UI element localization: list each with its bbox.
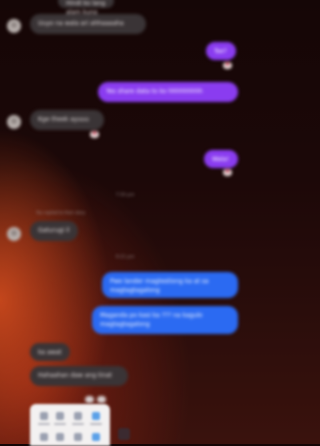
message-text: Wala! [212, 156, 229, 163]
reaction-icon[interactable] [85, 396, 94, 403]
reaction-icon[interactable] [97, 396, 106, 403]
message-text: Yes share data to ko hhhhhhhhh [106, 88, 203, 95]
message-bubble-incoming[interactable]: Kge theek ayuuu [30, 110, 104, 130]
app-icon[interactable] [56, 412, 64, 420]
message-text: Maganda po kasi ka ??? na kagulo magtagt… [100, 312, 203, 328]
message-text: Gaturugi il [38, 227, 70, 234]
story-reply-label: You replied to their story [36, 210, 86, 215]
message-bubble-incoming[interactable]: Uuyo na wala ari ahhaaaaha [30, 14, 146, 34]
contact-avatar[interactable] [7, 19, 21, 33]
message-bubble-incoming[interactable]: Hindi ko lang alam kung ano [58, 0, 114, 25]
contact-avatar[interactable] [7, 115, 21, 129]
message-text: Kge theek ayuuu [38, 116, 89, 123]
app-label [90, 423, 102, 425]
heart-reaction-icon[interactable]: ♥ [223, 62, 232, 69]
heart-reaction-icon[interactable]: ♥ [90, 131, 99, 138]
timestamp: 7:50 pm [115, 193, 135, 198]
app-label [54, 423, 66, 425]
app-icon[interactable] [74, 433, 82, 441]
heart-reaction-icon[interactable]: ♥ [223, 169, 232, 176]
app-icon[interactable] [40, 433, 48, 441]
app-label [72, 423, 84, 425]
message-text: ka awat [38, 349, 62, 356]
timestamp: 9:21 pm [115, 255, 135, 260]
app-icon[interactable] [92, 412, 100, 420]
message-thread: Hindi ko lang alam kung ano Uuyo na wala… [0, 0, 250, 444]
message-text: Pwe lander magtestiong ka at sa magtagta… [110, 278, 209, 294]
app-icon[interactable] [92, 433, 100, 441]
message-bubble-incoming[interactable]: Hahaahan daw ang tinat [30, 366, 128, 386]
app-icon[interactable] [56, 433, 64, 441]
message-bubble-outgoing[interactable]: Tse? [206, 42, 236, 60]
app-icon[interactable] [74, 412, 82, 420]
message-text: Hahaahan daw ang tinat [38, 372, 112, 379]
share-sheet-panel[interactable] [30, 404, 110, 446]
app-icon[interactable] [40, 412, 48, 420]
app-label [38, 423, 50, 425]
message-bubble-incoming[interactable]: Gaturugi il [30, 221, 78, 241]
overlay-button[interactable] [118, 428, 130, 440]
message-bubble-outgoing[interactable]: Maganda po kasi ka ??? na kagulo magtagt… [92, 306, 238, 334]
message-text: Uuyo na wala ari ahhaaaaha [38, 20, 124, 27]
contact-avatar[interactable] [7, 227, 21, 241]
message-bubble-outgoing[interactable]: Yes share data to ko hhhhhhhhh [98, 82, 238, 102]
message-text: Tse? [214, 48, 227, 55]
message-bubble-outgoing[interactable]: Wala! [204, 150, 238, 168]
message-bubble-incoming[interactable]: ka awat [30, 343, 70, 361]
message-bubble-outgoing[interactable]: Pwe lander magtestiong ka at sa magtagta… [102, 272, 238, 298]
